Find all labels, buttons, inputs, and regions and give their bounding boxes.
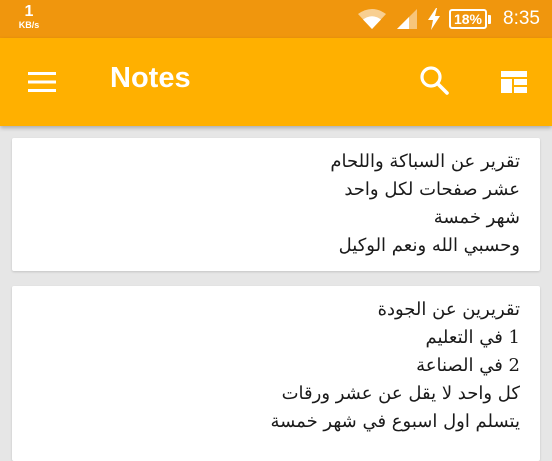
note-line: شهر خمسة (433, 207, 520, 228)
page-title: Notes (110, 62, 191, 94)
layout-toggle-icon[interactable] (498, 66, 530, 98)
app-bar: Notes (0, 38, 552, 126)
wifi-icon (357, 9, 386, 29)
note-line: يتسلم اول اسبوع في شهر خمسة (270, 411, 520, 432)
status-indicators: 18% 8:35 (349, 0, 540, 38)
cell-signal-icon (396, 9, 417, 29)
note-line: عشر صفحات لكل واحد (344, 179, 520, 200)
menu-icon[interactable] (26, 68, 58, 96)
battery-indicator: 18% (448, 9, 492, 29)
status-bar: 1 KB/s 18% 8:35 (0, 0, 552, 38)
note-line: 1 في التعليم (425, 327, 520, 348)
clock: 8:35 (503, 8, 540, 29)
note-line: وحسبي الله ونعم الوكيل (338, 235, 520, 256)
battery-level: 18% (448, 9, 488, 29)
note-line: كل واحد لا يقل عن عشر ورقات (281, 383, 520, 404)
note-card[interactable]: تقريرين عن الجودة 1 في التعليم 2 في الصن… (12, 286, 540, 461)
battery-tip (488, 14, 492, 24)
network-speed-value: 1 (24, 3, 34, 20)
note-line: تقرير عن السباكة واللحام (330, 151, 520, 172)
search-icon[interactable] (418, 64, 452, 98)
note-line: تقريرين عن الجودة (377, 299, 520, 320)
network-speed: 1 KB/s (14, 4, 44, 30)
network-speed-unit: KB/s (18, 20, 40, 30)
charging-icon (427, 8, 440, 30)
note-line: 2 في الصناعة (416, 355, 520, 376)
note-card[interactable]: تقرير عن السباكة واللحام عشر صفحات لكل و… (12, 138, 540, 271)
